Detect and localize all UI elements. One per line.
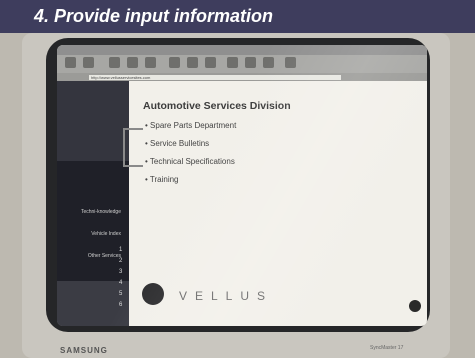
refresh-icon[interactable] [127, 57, 138, 68]
monitor-screen: http://www.vellusservicesites.com Techni… [57, 45, 427, 326]
back-icon[interactable] [65, 57, 76, 68]
link-label: Technical Specifications [149, 157, 235, 166]
page-number-list: 1 2 3 4 5 6 [119, 245, 125, 311]
history-icon[interactable] [205, 57, 216, 68]
logo-wordmark: VELLUS [179, 289, 274, 303]
link-label: Training [149, 175, 179, 184]
sidebar-item-vehicle-index[interactable]: Vehicle Index [61, 231, 121, 237]
page-title: Automotive Services Division [143, 100, 291, 112]
page-number[interactable]: 4 [119, 278, 125, 289]
address-input[interactable]: http://www.vellusservicesites.com [89, 75, 341, 80]
page-number[interactable]: 1 [119, 245, 125, 256]
page-number[interactable]: 2 [119, 256, 125, 267]
page-number[interactable]: 5 [119, 289, 125, 300]
browser-toolbar [57, 55, 427, 73]
edit-icon[interactable] [263, 57, 274, 68]
monitor-brand: SAMSUNG [60, 346, 108, 355]
page-number[interactable]: 6 [119, 300, 125, 311]
corner-button[interactable] [409, 300, 421, 312]
monitor-model: SyncMaster 17 [370, 345, 404, 351]
connector-line [123, 128, 125, 165]
print-icon[interactable] [245, 57, 256, 68]
link-service-bulletins[interactable]: • Service Bulletins [145, 139, 209, 148]
sidebar-item-other-services[interactable]: Other Services [61, 253, 121, 259]
sidebar-item-techni-knowledge[interactable]: Techni-knowledge [61, 209, 121, 215]
link-training[interactable]: • Training [145, 175, 179, 184]
link-label: Spare Parts Department [150, 121, 237, 130]
search-icon[interactable] [169, 57, 180, 68]
discuss-icon[interactable] [285, 57, 296, 68]
slide-header: 4. Provide input information [0, 0, 475, 33]
page-number[interactable]: 3 [119, 267, 125, 278]
connector-line [123, 165, 143, 167]
connector-line [123, 128, 143, 130]
link-label: Service Bulletins [150, 139, 210, 148]
mail-icon[interactable] [227, 57, 238, 68]
link-spare-parts[interactable]: • Spare Parts Department [145, 121, 236, 130]
stop-icon[interactable] [109, 57, 120, 68]
slide-title: 4. Provide input information [34, 6, 274, 26]
logo-icon [142, 283, 164, 305]
forward-icon[interactable] [83, 57, 94, 68]
home-icon[interactable] [145, 57, 156, 68]
sidebar-photo [57, 81, 129, 161]
link-technical-specifications[interactable]: • Technical Specifications [145, 157, 235, 166]
favorites-icon[interactable] [187, 57, 198, 68]
browser-menubar [57, 45, 427, 55]
